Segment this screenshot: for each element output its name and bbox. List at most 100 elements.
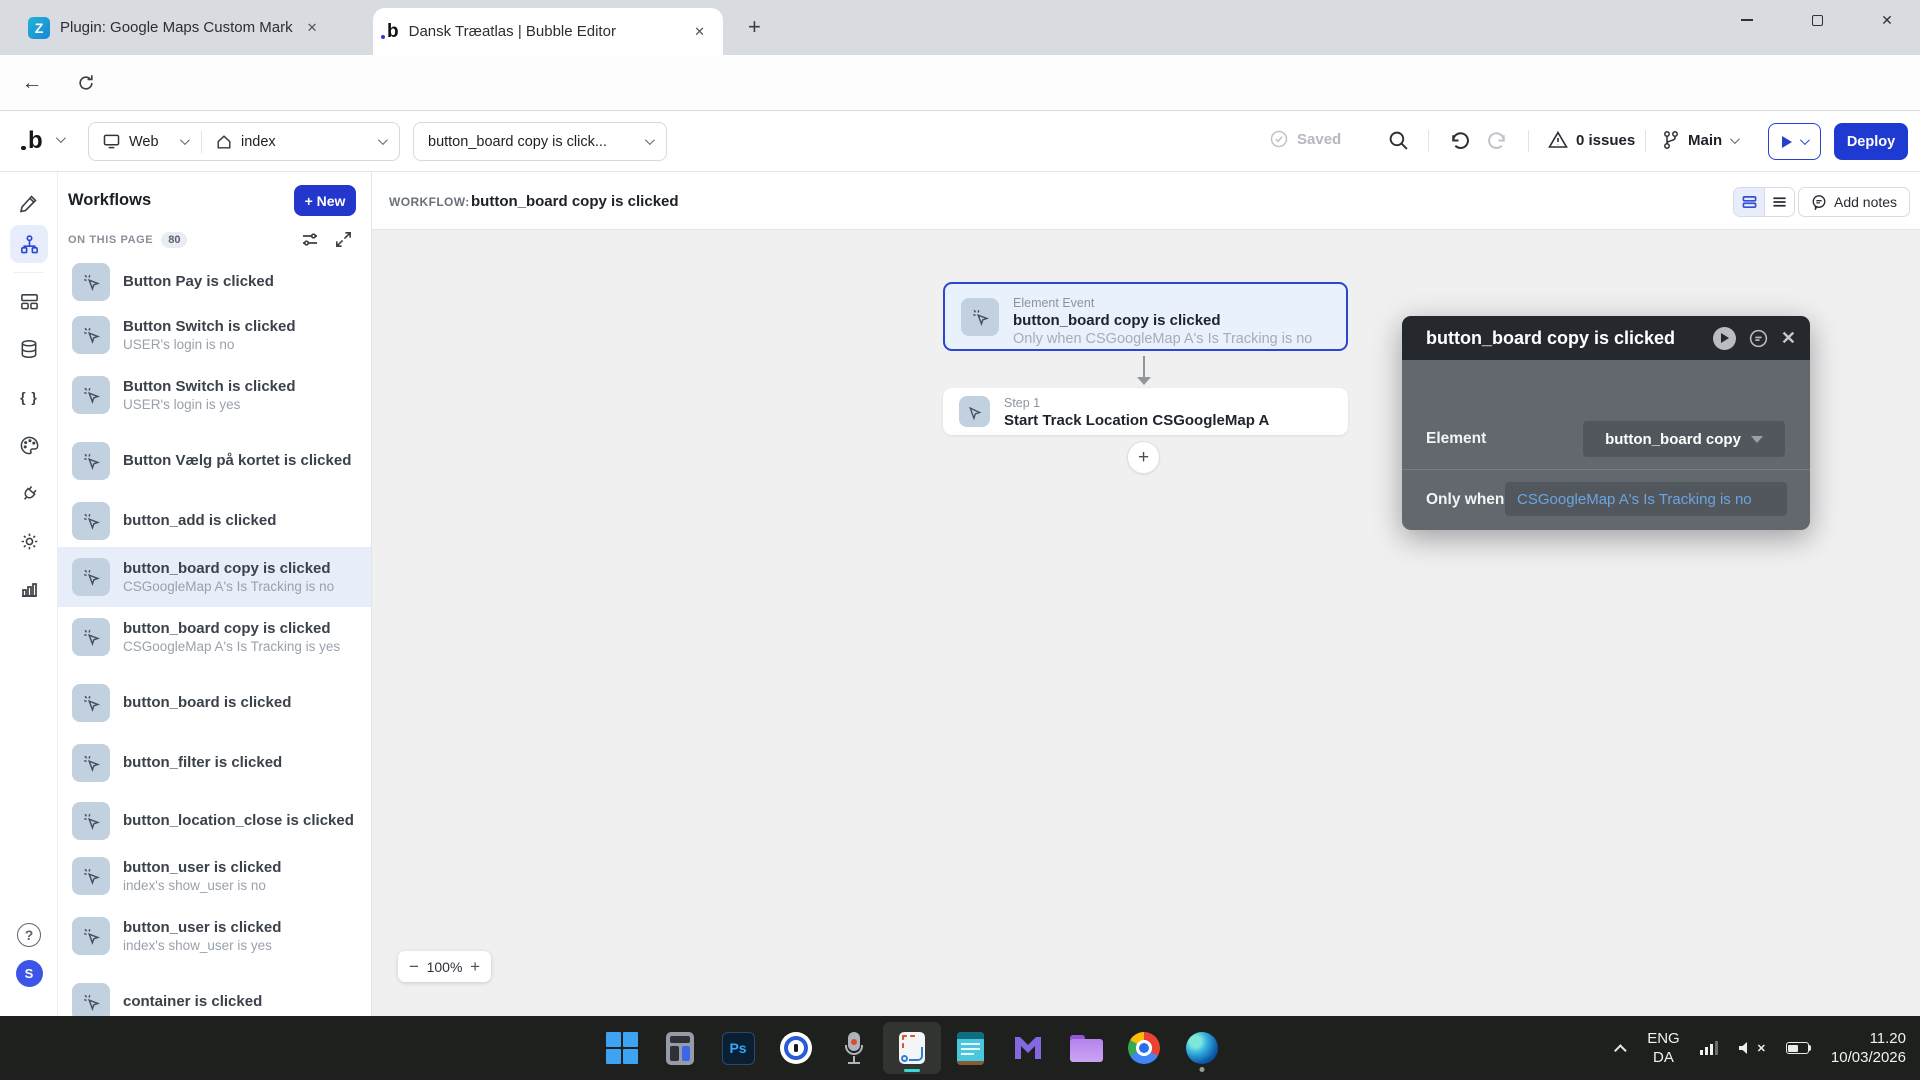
window-minimize-button[interactable] [1724,0,1770,40]
workflow-list-item[interactable]: button_board is clicked [58,673,372,733]
plug-icon [14,478,44,508]
redo-button[interactable] [1488,130,1509,151]
rail-workflow-tab[interactable] [10,225,48,263]
tab-close-icon[interactable]: ✕ [303,18,322,38]
bubble-logo[interactable]: b [28,127,43,154]
window-close-button[interactable]: ✕ [1864,0,1910,40]
card-view-toggle[interactable] [1734,188,1764,216]
element-click-icon [72,558,110,596]
language-indicator[interactable]: ENG DA [1647,1029,1680,1067]
workflow-list-item[interactable]: button_board copy is clickedCSGoogleMap … [58,607,372,667]
expand-icon[interactable] [334,230,353,249]
branch-dropdown[interactable]: Main [1662,130,1737,150]
zoom-in-button[interactable]: + [470,957,480,977]
property-panel-body: Element button_board copy Only when CSGo… [1402,360,1810,530]
onepassword-app-button[interactable] [767,1022,825,1074]
workflows-sidebar: Workflows + New ON THIS PAGE 80 Button P… [58,172,372,1016]
windows-taskbar: Ps [0,1016,1920,1080]
only-when-expression: CSGoogleMap A's Is Tracking is no [1517,491,1752,508]
element-field-label: Element [1426,430,1486,448]
rail-data-tab[interactable] [10,330,48,368]
clock[interactable]: 11.20 10/03/2026 [1831,1029,1906,1067]
tab-close-icon[interactable]: ✕ [690,22,709,42]
undo-button[interactable] [1448,130,1469,151]
logo-menu-chevron-icon[interactable] [56,133,66,143]
add-notes-label: Add notes [1834,194,1897,210]
only-when-expression-input[interactable]: CSGoogleMap A's Is Tracking is no [1505,482,1787,516]
element-dropdown[interactable]: button_board copy [1583,421,1785,457]
cursor-icon [959,396,990,427]
close-panel-button[interactable]: ✕ [1781,328,1796,349]
refresh-button[interactable] [72,69,100,97]
add-step-button[interactable]: + [1127,441,1160,474]
toolbar-divider [1428,130,1429,152]
help-button[interactable]: ? [10,916,48,954]
workflow-list-item[interactable]: button_add is clicked [58,491,372,551]
workflow-list-item[interactable]: button_location_close is clicked [58,791,372,851]
comment-button[interactable] [1748,328,1769,349]
issues-button[interactable]: 0 issues [1548,130,1635,150]
preview-button[interactable] [1768,123,1821,160]
event-node-condition: Only when CSGoogleMap A's Is Tracking is… [1013,330,1312,349]
list-view-toggle[interactable] [1764,188,1794,216]
chevron-down-icon [180,135,190,145]
add-notes-button[interactable]: Add notes [1798,187,1910,217]
workflow-selector-dropdown[interactable]: button_board copy is click... [413,122,667,161]
browser-tab-bubble-editor[interactable]: b Dansk Træatlas | Bubble Editor ✕ [373,8,723,55]
search-icon[interactable] [1388,130,1409,151]
mail-icon [1012,1034,1044,1062]
rail-design-tab[interactable] [10,184,48,222]
snipping-tool-app-button[interactable] [883,1022,941,1074]
back-button[interactable]: ← [18,69,46,97]
new-tab-button[interactable]: + [748,14,761,40]
property-panel-header[interactable]: button_board copy is clicked ✕ [1402,316,1810,360]
start-button[interactable] [593,1022,651,1074]
chrome-app-button[interactable] [1115,1022,1173,1074]
workflow-list-item[interactable]: button_user is clickedindex's show_user … [58,906,372,966]
rail-styles-tab[interactable] [10,426,48,464]
device-dropdown[interactable]: Web [89,134,201,150]
deploy-button[interactable]: Deploy [1834,123,1908,160]
event-node[interactable]: Element Event button_board copy is click… [943,282,1348,351]
workflow-list-item[interactable]: button_user is clickedindex's show_user … [58,846,372,906]
branch-icon [1662,130,1680,150]
workflow-list-item[interactable]: button_filter is clicked [58,733,372,793]
run-workflow-button[interactable] [1713,327,1736,350]
page-dropdown[interactable]: index [202,134,399,150]
zoom-out-button[interactable]: − [409,957,419,977]
rail-components-tab[interactable] [10,282,48,320]
file-explorer-app-button[interactable] [1057,1022,1115,1074]
browser-tab-plugin[interactable]: Z Plugin: Google Maps Custom Mark ✕ [14,0,366,55]
workflow-item-subtitle: CSGoogleMap A's Is Tracking is no [123,578,334,595]
filter-icon[interactable] [300,230,320,250]
workflow-list-item[interactable]: container is clicked [58,972,372,1016]
workflow-list-item-selected[interactable]: button_board copy is clickedCSGoogleMap … [58,547,372,607]
rail-settings-tab[interactable] [10,522,48,560]
rail-api-tab[interactable]: { } [10,378,48,416]
workflow-list-item[interactable]: Button Vælg på kortet is clicked [58,431,372,491]
network-signal-icon[interactable] [1700,1041,1718,1055]
battery-icon[interactable] [1786,1042,1811,1054]
step-node[interactable]: Step 1 Start Track Location CSGoogleMap … [943,388,1348,435]
refresh-icon [77,74,95,92]
workflow-item-title: button_board copy is clicked [123,620,340,638]
voice-recorder-app-button[interactable] [825,1022,883,1074]
rail-plugins-tab[interactable] [10,474,48,512]
calculator-app-button[interactable] [651,1022,709,1074]
new-workflow-button[interactable]: + New [294,185,356,216]
notepad-app-button[interactable] [941,1022,999,1074]
edge-app-button[interactable] [1173,1022,1231,1074]
workflow-item-title: Button Switch is clicked [123,318,296,336]
caret-down-icon [1751,436,1763,443]
tray-chevron-up-icon[interactable] [1614,1044,1627,1057]
workflow-list-item[interactable]: Button Switch is clickedUSER's login is … [58,365,372,425]
volume-muted-icon[interactable]: ✕ [1738,1040,1766,1056]
event-node-title: button_board copy is clicked [1013,311,1312,330]
mail-app-button[interactable] [999,1022,1057,1074]
workflow-list-item[interactable]: Button Pay is clicked [58,252,372,312]
window-maximize-button[interactable] [1794,0,1840,40]
workflow-list-item[interactable]: Button Switch is clickedUSER's login is … [58,305,372,365]
user-avatar-badge[interactable]: S [10,954,48,992]
photoshop-app-button[interactable]: Ps [709,1022,767,1074]
rail-logs-tab[interactable] [10,570,48,608]
